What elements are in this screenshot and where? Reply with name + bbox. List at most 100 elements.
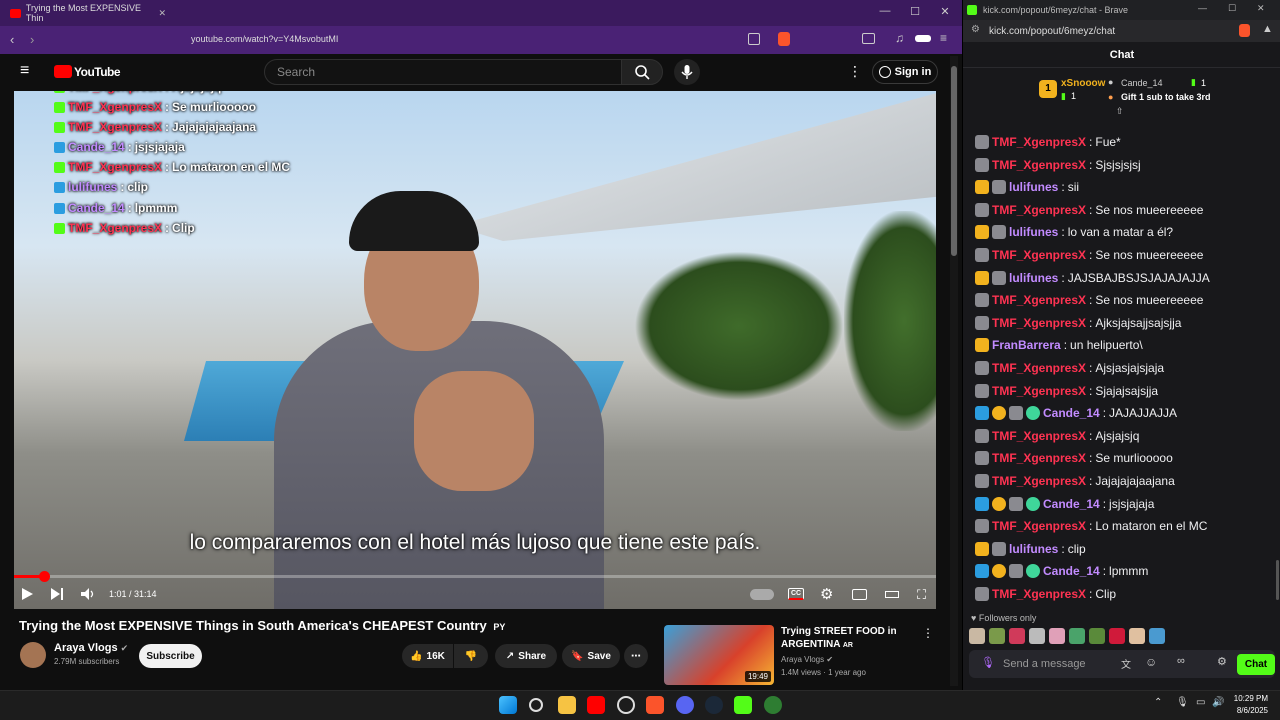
- chat-username[interactable]: TMF_XgenpresX: [992, 316, 1086, 330]
- channel-name[interactable]: Araya Vlogs ✔: [54, 642, 128, 654]
- voice-search-button[interactable]: [674, 59, 700, 85]
- chat-message-list[interactable]: TMF_XgenpresX: Fue* TMF_XgenpresX: Sjsjsjsj…: [963, 118, 1280, 608]
- search-input[interactable]: Search: [264, 59, 622, 85]
- emote-icon[interactable]: [1109, 628, 1125, 644]
- chat-message[interactable]: Cande_14: JAJAJJAJJA: [975, 403, 1177, 423]
- discord-icon[interactable]: [676, 696, 694, 714]
- emote-icon[interactable]: [1009, 628, 1025, 644]
- minimize-button[interactable]: —: [1198, 3, 1207, 13]
- youtube-logo-text[interactable]: YouTube: [74, 65, 121, 79]
- share-triangle-icon[interactable]: ▲: [1262, 23, 1273, 35]
- emoji-icon[interactable]: ☺: [1145, 655, 1157, 669]
- clock-time[interactable]: 10:29 PM: [1232, 694, 1268, 703]
- recommended-more-icon[interactable]: ⋮: [922, 626, 934, 640]
- emote-icon[interactable]: [969, 628, 985, 644]
- close-window-button[interactable]: ✕: [1257, 3, 1265, 14]
- subscribe-button[interactable]: Subscribe: [139, 644, 202, 668]
- chat-username[interactable]: lulifunes: [1009, 542, 1058, 556]
- browser-tab-youtube[interactable]: Trying the Most EXPENSIVE Thin ✕: [6, 3, 166, 23]
- like-button[interactable]: 👍 16K: [402, 644, 453, 668]
- chat-message[interactable]: lulifunes: clip: [975, 539, 1086, 559]
- monitor-icon[interactable]: ▭: [1196, 697, 1205, 708]
- chat-message[interactable]: TMF_XgenpresX: Fue*: [975, 132, 1121, 152]
- chat-message[interactable]: TMF_XgenpresX: Se nos mueereeeee: [975, 290, 1203, 310]
- chat-message[interactable]: TMF_XgenpresX: Se nos mueereeeee: [975, 200, 1203, 220]
- start-windows-icon[interactable]: [499, 696, 517, 714]
- captions-icon[interactable]: CC: [788, 588, 804, 600]
- speaker-icon[interactable]: 🔊: [1212, 697, 1224, 708]
- next-video-icon[interactable]: [50, 587, 64, 601]
- more-actions-button[interactable]: ⋯: [624, 644, 648, 668]
- obs-icon[interactable]: [617, 696, 635, 714]
- chat-username[interactable]: lulifunes: [1009, 225, 1058, 239]
- chat-username[interactable]: TMF_XgenpresX: [992, 519, 1086, 533]
- chat-message[interactable]: TMF_XgenpresX: Clip: [975, 584, 1116, 604]
- chat-username[interactable]: Cande_14: [1043, 406, 1100, 420]
- chat-settings-icon[interactable]: ⚙: [1217, 655, 1227, 668]
- chat-message[interactable]: lulifunes: JAJSBAJBSJSJAJAJAJJA: [975, 268, 1210, 288]
- progress-bar[interactable]: [14, 571, 936, 582]
- menu-icon[interactable]: ≡: [940, 31, 947, 45]
- save-button[interactable]: 🔖 Save: [562, 644, 620, 668]
- chat-message[interactable]: Cande_14: lpmmm: [975, 561, 1148, 581]
- taskbar-mic-icon[interactable]: 🎙: [1176, 697, 1189, 708]
- gift-prompt[interactable]: Gift 1 sub to take 3rd: [1121, 92, 1211, 102]
- video-player[interactable]: FranBarrera:un helipuerto\TMF_XgenpresX:…: [14, 91, 936, 609]
- share-button[interactable]: ↗ Share: [495, 644, 557, 668]
- search-button[interactable]: [621, 59, 663, 85]
- chat-message[interactable]: Cande_14: jsjsjajaja: [975, 494, 1154, 514]
- sidebar-icon[interactable]: [862, 33, 875, 44]
- youtube-logo-icon[interactable]: [54, 65, 72, 78]
- fullscreen-icon[interactable]: ⛶: [917, 587, 926, 603]
- brave-browser-icon[interactable]: [646, 696, 664, 714]
- close-window-button[interactable]: ✕: [930, 5, 960, 18]
- kicks-icon[interactable]: ∞: [1177, 655, 1185, 667]
- chat-message[interactable]: lulifunes: lo van a matar a él?: [975, 222, 1173, 242]
- chat-message[interactable]: TMF_XgenpresX: Ajsjasjajsjaja: [975, 358, 1164, 378]
- tab-close-icon[interactable]: ✕: [158, 8, 166, 19]
- minimize-button[interactable]: —: [870, 5, 900, 17]
- emote-icon[interactable]: [1149, 628, 1165, 644]
- mic-icon[interactable]: 🎙: [981, 656, 995, 669]
- more-options-icon[interactable]: ⋮: [848, 63, 862, 80]
- recommended-thumbnail[interactable]: 19:49: [664, 625, 774, 685]
- chat-username[interactable]: Cande_14: [1043, 564, 1100, 578]
- youtube-app-icon[interactable]: [587, 696, 605, 714]
- chat-username[interactable]: TMF_XgenpresX: [992, 429, 1086, 443]
- show-hidden-icons[interactable]: ⌃: [1154, 697, 1162, 708]
- translate-icon[interactable]: 文: [1121, 656, 1131, 671]
- right-url-field[interactable]: kick.com/popout/6meyz/chat: [989, 26, 1115, 37]
- chat-message[interactable]: TMF_XgenpresX: Se nos mueereeeee: [975, 245, 1203, 265]
- url-field[interactable]: youtube.com/watch?v=Y4MsvobutMI: [191, 34, 338, 44]
- media-icon[interactable]: ♫: [895, 31, 904, 45]
- mute-tab-icon[interactable]: [748, 33, 760, 45]
- back-arrow-icon[interactable]: ‹: [10, 32, 14, 47]
- vpn-icon[interactable]: [915, 35, 931, 42]
- kick-app-icon[interactable]: [734, 696, 752, 714]
- chat-username[interactable]: FranBarrera: [992, 338, 1061, 352]
- theater-mode-icon[interactable]: [885, 591, 899, 598]
- settings-gear-icon[interactable]: ⚙: [820, 585, 833, 603]
- chat-message[interactable]: TMF_XgenpresX: Sjajajsajsjja: [975, 381, 1158, 401]
- chat-message[interactable]: lulifunes: sii: [975, 177, 1079, 197]
- dislike-button[interactable]: 👎: [454, 644, 488, 668]
- emote-icon[interactable]: [1029, 628, 1045, 644]
- collapse-pinned-icon[interactable]: ⇧: [1116, 106, 1124, 117]
- chat-scrollbar-thumb[interactable]: [1276, 560, 1279, 600]
- chat-username[interactable]: TMF_XgenpresX: [992, 361, 1086, 375]
- chat-username[interactable]: TMF_XgenpresX: [992, 474, 1086, 488]
- brave-shield-icon[interactable]: [778, 32, 790, 46]
- emote-icon[interactable]: [1049, 628, 1065, 644]
- chat-username[interactable]: lulifunes: [1009, 271, 1058, 285]
- chat-username[interactable]: TMF_XgenpresX: [992, 451, 1086, 465]
- chat-username[interactable]: TMF_XgenpresX: [992, 587, 1086, 601]
- chat-message[interactable]: TMF_XgenpresX: Ajksjajsajjsajsjja: [975, 313, 1181, 333]
- miniplayer-icon[interactable]: [852, 589, 867, 600]
- maximize-button[interactable]: ☐: [1228, 3, 1236, 14]
- chat-username[interactable]: Cande_14: [1043, 497, 1100, 511]
- play-icon[interactable]: [20, 587, 34, 601]
- chat-username[interactable]: TMF_XgenpresX: [992, 293, 1086, 307]
- recommended-title[interactable]: Trying STREET FOOD in ARGENTINA AR: [781, 625, 911, 652]
- page-scrollbar-thumb[interactable]: [951, 66, 957, 256]
- chat-username[interactable]: TMF_XgenpresX: [992, 248, 1086, 262]
